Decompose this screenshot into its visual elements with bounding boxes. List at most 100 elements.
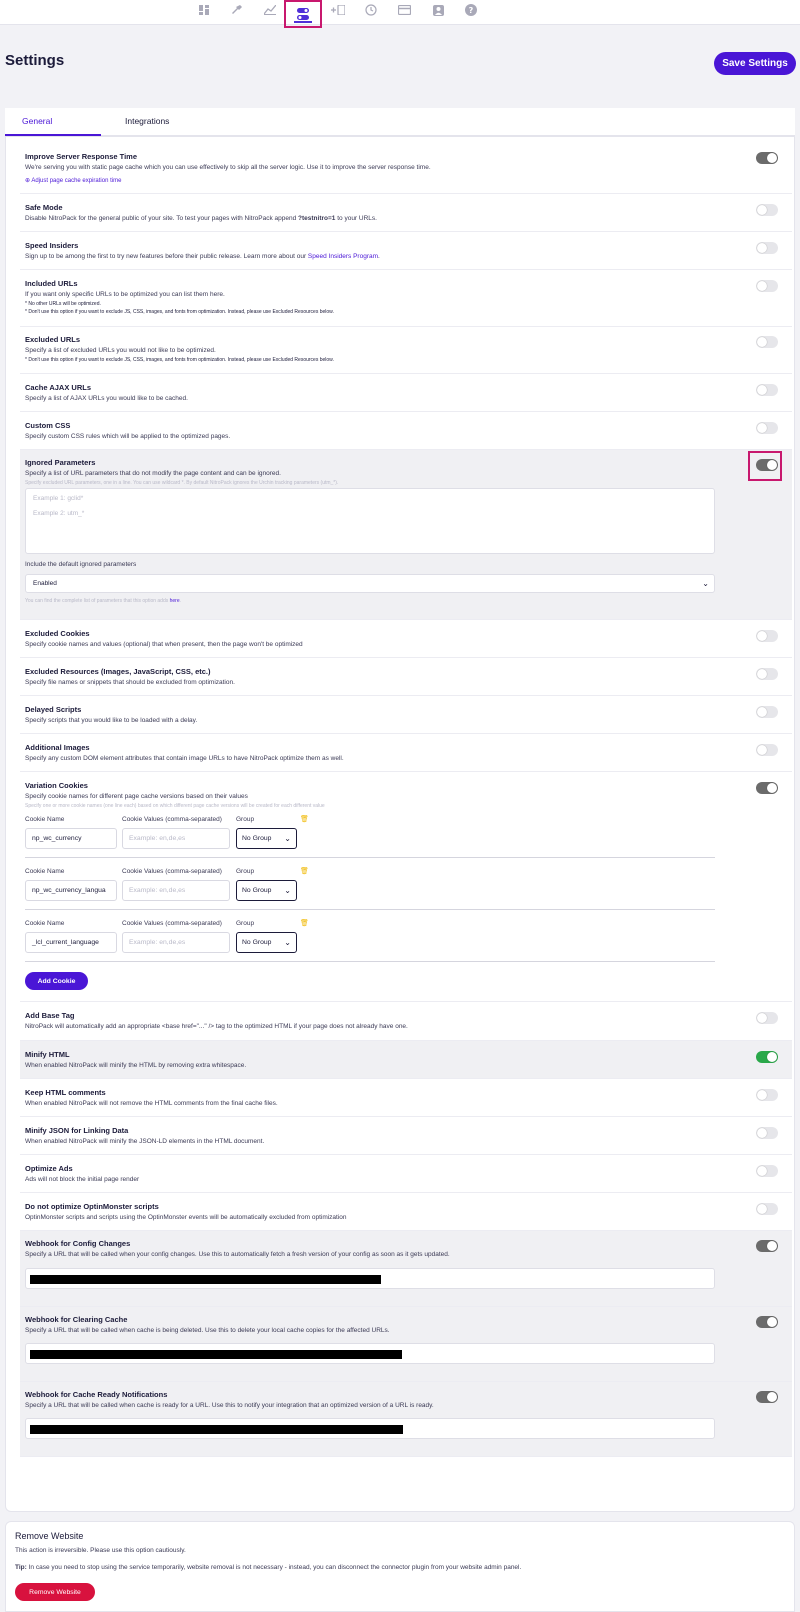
cookie-name-input[interactable]: _lcl_current_language	[25, 932, 117, 953]
setting-title: Excluded URLs	[25, 335, 81, 344]
excluded-cookies-toggle[interactable]	[756, 630, 778, 642]
optimize-ads-toggle[interactable]	[756, 1165, 778, 1177]
setting-description: Specify a list of excluded URLs you woul…	[25, 347, 216, 354]
minify-json-toggle[interactable]	[756, 1127, 778, 1139]
setting-title: Minify JSON for Linking Data	[25, 1126, 129, 1135]
wrench-icon[interactable]	[223, 1, 251, 19]
included-urls-toggle[interactable]	[756, 280, 778, 292]
cookie-name-input[interactable]: np_wc_currency_langua	[25, 880, 117, 901]
setting-description: Sign up to be among the first to try new…	[25, 253, 380, 260]
setting-keep-comments: Keep HTML comments When enabled NitroPac…	[20, 1079, 792, 1117]
adjust-cache-link[interactable]: ⊕ Adjust page cache expiration time	[25, 177, 121, 184]
help-icon[interactable]: ?	[457, 1, 485, 19]
excluded-urls-toggle[interactable]	[756, 336, 778, 348]
optinmonster-toggle[interactable]	[756, 1203, 778, 1215]
setting-optimize-ads: Optimize Ads Ads will not block the init…	[20, 1155, 792, 1193]
cache-ajax-toggle[interactable]	[756, 384, 778, 396]
setting-title: Webhook for Cache Ready Notifications	[25, 1390, 168, 1399]
svg-text:?: ?	[469, 6, 474, 15]
delayed-scripts-toggle[interactable]	[756, 706, 778, 718]
save-settings-button[interactable]: Save Settings	[714, 52, 796, 75]
setting-webhook-config: Webhook for Config Changes Specify a URL…	[20, 1231, 792, 1307]
chevron-down-icon: ⌄	[284, 886, 291, 895]
setting-description: Disable NitroPack for the general public…	[25, 215, 377, 222]
tab-integrations[interactable]: Integrations	[125, 108, 169, 136]
history-icon[interactable]	[357, 1, 385, 19]
remove-website-panel: Remove Website This action is irreversib…	[5, 1521, 795, 1612]
custom-css-toggle[interactable]	[756, 422, 778, 434]
additional-images-toggle[interactable]	[756, 744, 778, 756]
cookie-name-label: Cookie Name	[25, 868, 65, 875]
setting-excluded-resources: Excluded Resources (Images, JavaScript, …	[20, 658, 792, 696]
remove-title: Remove Website	[15, 1531, 84, 1541]
setting-title: Excluded Cookies	[25, 629, 90, 638]
include-default-label: Include the default ignored parameters	[25, 561, 137, 568]
trash-icon[interactable]: 🗑	[300, 919, 309, 927]
dashboard-icon[interactable]	[190, 1, 218, 19]
setting-description: When enabled NitroPack will minify the H…	[25, 1062, 247, 1069]
setting-speed-insiders: Speed Insiders Sign up to be among the f…	[20, 232, 792, 270]
settings-toggle-icon[interactable]	[284, 0, 322, 28]
include-default-select[interactable]: Enabled ⌄	[25, 574, 715, 593]
cookie-group-select[interactable]: No Group ⌄	[236, 828, 297, 849]
add-cookie-button[interactable]: Add Cookie	[25, 972, 88, 990]
setting-description: When enabled NitroPack will minify the J…	[25, 1138, 265, 1145]
setting-optinmonster: Do not optimize OptinMonster scripts Opt…	[20, 1193, 792, 1231]
excluded-resources-toggle[interactable]	[756, 668, 778, 680]
setting-server-response: Improve Server Response Time We're servi…	[20, 142, 792, 194]
chevron-down-icon: ⌄	[284, 834, 291, 843]
cookie-name-label: Cookie Name	[25, 816, 65, 823]
setting-description: Specify file names or snippets that shou…	[25, 679, 235, 686]
speed-insiders-toggle[interactable]	[756, 242, 778, 254]
setting-description: NitroPack will automatically add an appr…	[25, 1023, 408, 1030]
billing-icon[interactable]	[390, 1, 418, 19]
connect-icon[interactable]	[324, 1, 352, 19]
setting-description: Specify custom CSS rules which will be a…	[25, 433, 231, 440]
account-icon[interactable]	[424, 1, 452, 19]
server-response-toggle[interactable]	[756, 152, 778, 164]
webhook-config-input[interactable]	[25, 1268, 715, 1289]
webhook-config-toggle[interactable]	[756, 1240, 778, 1252]
trash-icon[interactable]: 🗑	[300, 815, 309, 823]
ignored-params-textarea[interactable]: Example 1: gclid* Example 2: utm_*	[25, 488, 715, 554]
webhook-cache-toggle[interactable]	[756, 1316, 778, 1328]
keep-comments-toggle[interactable]	[756, 1089, 778, 1101]
cookie-divider	[25, 909, 715, 910]
trash-icon[interactable]: 🗑	[300, 867, 309, 875]
setting-description: OptinMonster scripts and scripts using t…	[25, 1214, 347, 1221]
setting-excluded-urls: Excluded URLs Specify a list of excluded…	[20, 327, 792, 374]
variation-cookies-toggle[interactable]	[756, 782, 778, 794]
cookie-group-select[interactable]: No Group ⌄	[236, 932, 297, 953]
webhook-cache-input[interactable]	[25, 1343, 715, 1364]
redacted-value	[30, 1275, 381, 1284]
add-base-tag-toggle[interactable]	[756, 1012, 778, 1024]
setting-webhook-ready: Webhook for Cache Ready Notifications Sp…	[20, 1382, 792, 1457]
top-navigation: ?	[0, 0, 800, 28]
parameters-list-link[interactable]: here	[170, 598, 180, 604]
setting-description: Specify a URL that will be called when y…	[25, 1251, 450, 1258]
webhook-ready-toggle[interactable]	[756, 1391, 778, 1403]
cookie-values-input[interactable]: Example: en,de,es	[122, 880, 230, 901]
tab-general-settings[interactable]: General Settings	[5, 108, 101, 152]
setting-minify-json: Minify JSON for Linking Data When enable…	[20, 1117, 792, 1155]
setting-description: Specify any custom DOM element attribute…	[25, 755, 344, 762]
setting-note: * No other URLs will be optimized.	[25, 301, 101, 307]
webhook-ready-input[interactable]	[25, 1418, 715, 1439]
chart-icon[interactable]	[256, 1, 284, 19]
cookie-name-input[interactable]: np_wc_currency	[25, 828, 117, 849]
setting-title: Cache AJAX URLs	[25, 383, 91, 392]
setting-excluded-cookies: Excluded Cookies Specify cookie names an…	[20, 620, 792, 658]
speed-insiders-link[interactable]: Speed Insiders Program	[308, 253, 378, 260]
cookie-values-input[interactable]: Example: en,de,es	[122, 932, 230, 953]
remove-website-button[interactable]: Remove Website	[15, 1583, 95, 1601]
minify-html-toggle[interactable]	[756, 1051, 778, 1063]
cookie-values-input[interactable]: Example: en,de,es	[122, 828, 230, 849]
setting-description: Specify a list of AJAX URLs you would li…	[25, 395, 188, 402]
setting-title: Ignored Parameters	[25, 458, 96, 467]
cookie-group-select[interactable]: No Group ⌄	[236, 880, 297, 901]
safe-mode-toggle[interactable]	[756, 204, 778, 216]
setting-additional-images: Additional Images Specify any custom DOM…	[20, 734, 792, 772]
setting-description: Specify a URL that will be called when c…	[25, 1327, 390, 1334]
textarea-placeholder: Example 2: utm_*	[33, 510, 85, 517]
cookie-values-label: Cookie Values (comma-separated)	[122, 868, 222, 875]
